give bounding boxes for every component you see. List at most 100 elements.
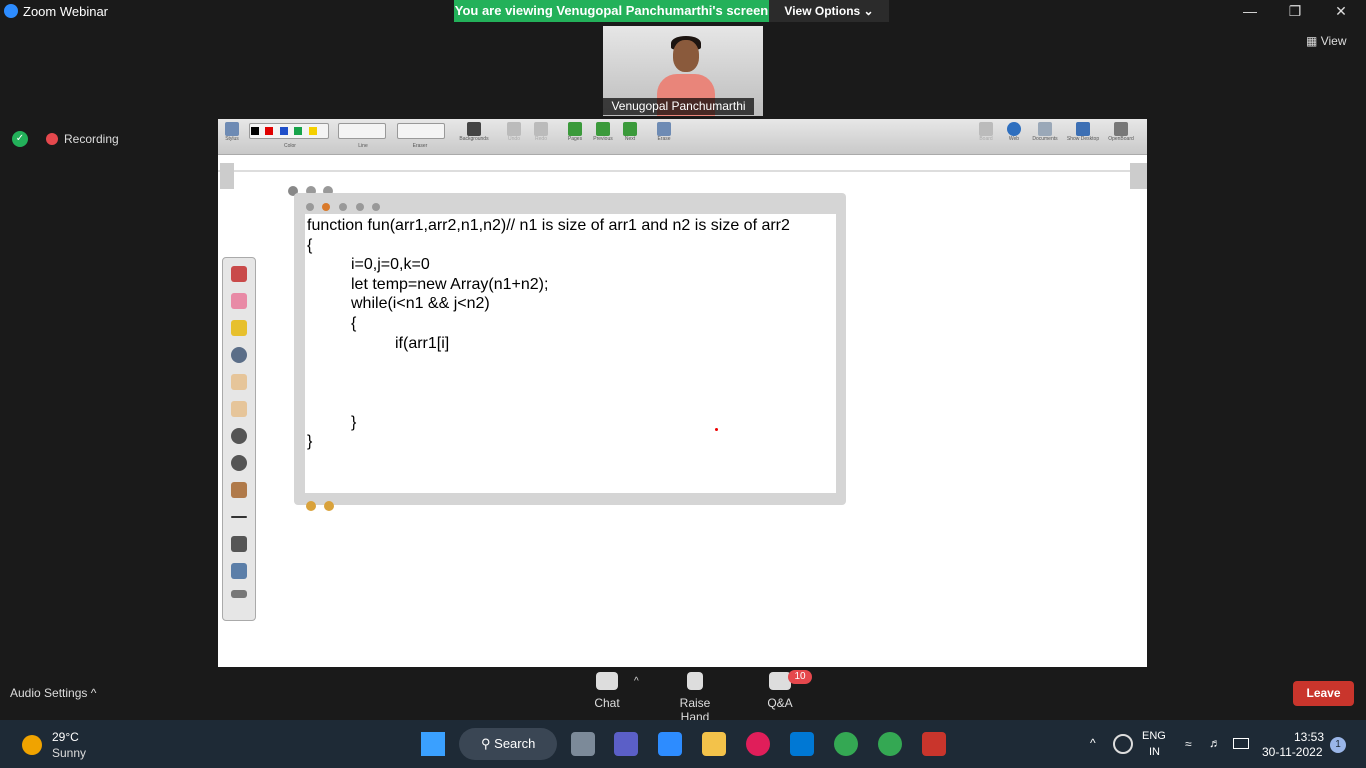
erase-all-button[interactable]: Erase <box>654 122 674 142</box>
security-shield-icon: ✓ <box>12 131 28 147</box>
laser-pointer-dot <box>715 428 718 431</box>
tray-chevron-icon[interactable]: ^ <box>1090 736 1096 750</box>
interact-icon[interactable] <box>231 374 247 390</box>
pages-button[interactable]: Pages <box>565 122 585 142</box>
backgrounds-tool[interactable]: Backgrounds <box>456 122 492 142</box>
sync-icon[interactable] <box>1113 734 1133 754</box>
zoom-out-icon[interactable] <box>231 455 247 471</box>
chat-icon <box>596 672 618 690</box>
highlighter-icon[interactable] <box>231 320 247 336</box>
clock-time[interactable]: 13:53 <box>1290 730 1324 744</box>
view-layout-button[interactable]: ▦ View <box>1306 34 1346 48</box>
eraser-icon[interactable] <box>231 293 247 309</box>
clock-date[interactable]: 30-11-2022 <box>1262 745 1323 759</box>
zoom-logo-icon <box>4 4 18 18</box>
chrome-icon[interactable] <box>834 732 858 756</box>
color-swatch-green[interactable] <box>294 127 303 135</box>
eraser-size-picker[interactable] <box>397 123 445 139</box>
slack-icon[interactable] <box>746 732 770 756</box>
chrome-profile-icon[interactable] <box>878 732 902 756</box>
widget-option-icon[interactable] <box>324 501 334 511</box>
volume-icon[interactable]: ♬ <box>1209 736 1221 750</box>
add-page-icon <box>568 122 582 136</box>
weather-temperature[interactable]: 29°C <box>52 730 79 744</box>
left-panel-toggle[interactable] <box>220 163 234 189</box>
undo-button[interactable]: Undo <box>504 122 524 142</box>
zoom-app-icon[interactable] <box>658 732 682 756</box>
pen-icon[interactable] <box>231 266 247 282</box>
view-options-button[interactable]: View Options ⌄ <box>769 0 889 22</box>
chevron-up-icon[interactable]: ^ <box>634 676 639 687</box>
text-widget[interactable]: function fun(arr1,arr2,n1,n2)// n1 is si… <box>294 193 846 505</box>
language-region[interactable]: IN <box>1149 746 1160 758</box>
color-picker[interactable] <box>249 123 329 139</box>
close-icon[interactable]: ✕ <box>1329 2 1353 20</box>
vscode-icon[interactable] <box>790 732 814 756</box>
gear-icon <box>1114 122 1128 136</box>
recording-label: Recording <box>64 132 119 146</box>
color-wheel-icon[interactable] <box>322 203 330 211</box>
language-indicator[interactable]: ENG <box>1142 730 1166 742</box>
openboard-toolbar: Stylus Color Line Eraser Backgrounds Und… <box>218 119 1147 155</box>
redo-button[interactable]: Redo <box>531 122 551 142</box>
documents-button[interactable]: Documents <box>1029 122 1061 142</box>
audio-settings-button[interactable]: Audio Settings ^ <box>10 686 96 700</box>
board-button[interactable]: Board <box>976 122 996 142</box>
leave-button[interactable]: Leave <box>1293 681 1354 706</box>
code-text-area[interactable]: function fun(arr1,arr2,n1,n2)// n1 is si… <box>305 214 836 493</box>
teams-chat-icon[interactable] <box>614 732 638 756</box>
capture-icon[interactable] <box>231 563 247 579</box>
color-swatch-blue[interactable] <box>279 127 288 135</box>
right-panel-toggle[interactable] <box>1130 163 1147 189</box>
show-desktop-button[interactable]: Show Desktop <box>1064 122 1102 142</box>
text-icon[interactable] <box>231 536 247 552</box>
recording-dot-icon <box>46 133 58 145</box>
raise-hand-button[interactable]: Raise Hand <box>664 672 726 724</box>
color-swatch-yellow[interactable] <box>308 127 317 135</box>
table-icon[interactable] <box>372 203 380 211</box>
font-icon[interactable] <box>306 203 314 211</box>
task-view-icon[interactable] <box>571 732 595 756</box>
code-line: } <box>351 414 357 431</box>
code-line: if(arr1[i] <box>395 335 450 352</box>
erase-icon <box>657 122 671 136</box>
previous-page-button[interactable]: Previous <box>592 122 614 142</box>
undo-icon <box>507 122 521 136</box>
web-button[interactable]: Web <box>1004 122 1024 142</box>
next-page-button[interactable]: Next <box>620 122 640 142</box>
pointer-icon[interactable] <box>231 347 247 363</box>
decrease-font-icon[interactable] <box>339 203 347 211</box>
folder-icon <box>1038 122 1052 136</box>
widget-option-icon[interactable] <box>306 501 316 511</box>
snipping-tool-icon[interactable] <box>922 732 946 756</box>
restore-icon[interactable]: ❐ <box>1283 2 1307 20</box>
wifi-icon[interactable]: ≈ <box>1185 737 1192 751</box>
hand-icon[interactable] <box>231 401 247 417</box>
code-line: while(i<n1 && j<n2) <box>351 295 490 312</box>
grid-icon: ▦ <box>1306 34 1318 48</box>
zoom-in-icon[interactable] <box>231 428 247 444</box>
battery-icon[interactable] <box>1233 738 1249 749</box>
taskbar-search[interactable]: ⚲ Search <box>459 728 557 760</box>
line-width-picker[interactable] <box>338 123 386 139</box>
stylus-tool[interactable]: Stylus <box>222 122 242 142</box>
stylus-icon <box>225 122 239 136</box>
chat-button[interactable]: Chat <box>587 672 627 710</box>
minimize-icon[interactable]: — <box>1238 2 1262 20</box>
color-swatch-red[interactable] <box>265 127 274 135</box>
line-icon[interactable] <box>231 516 247 518</box>
board-icon <box>979 122 993 136</box>
sun-icon[interactable] <box>22 735 42 755</box>
openboard-menu-button[interactable]: OpenBoard <box>1106 122 1136 142</box>
file-explorer-icon[interactable] <box>702 732 726 756</box>
windows-start-icon[interactable] <box>421 732 445 756</box>
color-swatch-black[interactable] <box>251 127 259 135</box>
notification-badge[interactable]: 1 <box>1330 737 1346 753</box>
keyboard-icon[interactable] <box>231 590 247 598</box>
laser-pointer-icon[interactable] <box>231 482 247 498</box>
weather-condition[interactable]: Sunny <box>52 746 86 760</box>
line-label: Line <box>358 143 368 149</box>
increase-font-icon[interactable] <box>356 203 364 211</box>
code-line: function fun(arr1,arr2,n1,n2)// n1 is si… <box>307 217 790 234</box>
tool-palette <box>222 257 256 621</box>
